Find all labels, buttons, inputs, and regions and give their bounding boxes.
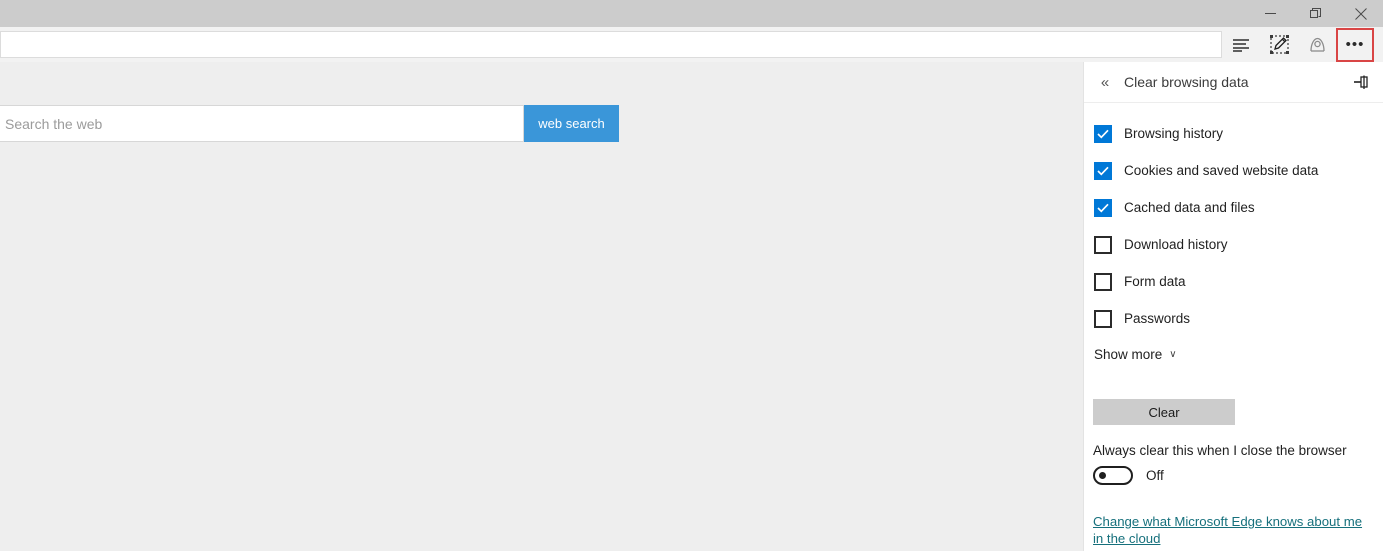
- check-icon: [1097, 203, 1109, 213]
- checkbox-browsing-history[interactable]: [1094, 124, 1112, 143]
- share-button[interactable]: [1298, 28, 1336, 62]
- checkbox-cached-data[interactable]: [1094, 198, 1112, 217]
- hub-icon: [1232, 38, 1249, 52]
- panel-body: Browsing history Cookies and saved websi…: [1084, 103, 1383, 546]
- checkbox-cookies[interactable]: [1094, 161, 1112, 180]
- page-content: web search: [0, 62, 1083, 551]
- checkbox-row-download-history[interactable]: Download history: [1084, 226, 1383, 263]
- restore-icon: [1310, 8, 1321, 18]
- always-clear-toggle[interactable]: [1093, 466, 1133, 485]
- close-icon: [1354, 7, 1367, 20]
- clear-browsing-data-panel: « Clear browsing data Browsing history C…: [1083, 62, 1383, 551]
- show-more-button[interactable]: Show more ∨: [1084, 337, 1383, 371]
- chevron-down-icon: ∨: [1169, 348, 1177, 360]
- checkbox-download-history[interactable]: [1094, 235, 1112, 254]
- web-note-button[interactable]: [1260, 28, 1298, 62]
- toggle-state-label: Off: [1146, 468, 1164, 483]
- checkbox-row-passwords[interactable]: Passwords: [1084, 300, 1383, 337]
- minimize-icon: [1265, 13, 1276, 14]
- title-bar: [0, 0, 1383, 27]
- minimize-button[interactable]: [1248, 0, 1293, 27]
- panel-title: Clear browsing data: [1124, 74, 1249, 90]
- search-input[interactable]: [3, 114, 523, 133]
- share-icon: [1309, 37, 1325, 52]
- more-icon: •••: [1345, 36, 1365, 53]
- checkbox-label: Download history: [1124, 237, 1228, 252]
- search-row: web search: [0, 105, 619, 142]
- panel-header: « Clear browsing data: [1084, 62, 1383, 103]
- checkbox-label: Form data: [1124, 274, 1186, 289]
- toggle-knob: [1099, 472, 1106, 479]
- checkbox-row-form-data[interactable]: Form data: [1084, 263, 1383, 300]
- checkbox-passwords[interactable]: [1094, 309, 1112, 328]
- always-clear-label: Always clear this when I close the brows…: [1093, 443, 1347, 458]
- pin-icon: [1353, 75, 1368, 89]
- hub-button[interactable]: [1222, 28, 1260, 62]
- checkbox-label: Cookies and saved website data: [1124, 163, 1319, 178]
- always-clear-toggle-row: Off: [1093, 466, 1164, 485]
- address-bar[interactable]: [0, 31, 1222, 58]
- clear-button[interactable]: Clear: [1093, 399, 1235, 425]
- checkbox-row-cookies[interactable]: Cookies and saved website data: [1084, 152, 1383, 189]
- show-more-label: Show more: [1094, 346, 1163, 362]
- address-input[interactable]: [9, 36, 1213, 53]
- back-chevron-icon[interactable]: «: [1094, 74, 1116, 91]
- close-button[interactable]: [1338, 0, 1383, 27]
- web-search-button[interactable]: web search: [524, 105, 619, 142]
- search-field[interactable]: [0, 105, 524, 142]
- checkbox-row-browsing-history[interactable]: Browsing history: [1084, 115, 1383, 152]
- checkbox-form-data[interactable]: [1094, 272, 1112, 291]
- browser-toolbar: •••: [0, 27, 1383, 62]
- cloud-privacy-link[interactable]: Change what Microsoft Edge knows about m…: [1093, 513, 1375, 547]
- more-button[interactable]: •••: [1336, 27, 1374, 62]
- check-icon: [1097, 166, 1109, 176]
- check-icon: [1097, 129, 1109, 139]
- restore-button[interactable]: [1293, 0, 1338, 27]
- checkbox-label: Cached data and files: [1124, 200, 1255, 215]
- checkbox-label: Browsing history: [1124, 126, 1224, 141]
- pin-button[interactable]: [1351, 75, 1371, 90]
- checkbox-label: Passwords: [1124, 311, 1191, 326]
- web-note-icon: [1269, 35, 1289, 54]
- checkbox-row-cached-data[interactable]: Cached data and files: [1084, 189, 1383, 226]
